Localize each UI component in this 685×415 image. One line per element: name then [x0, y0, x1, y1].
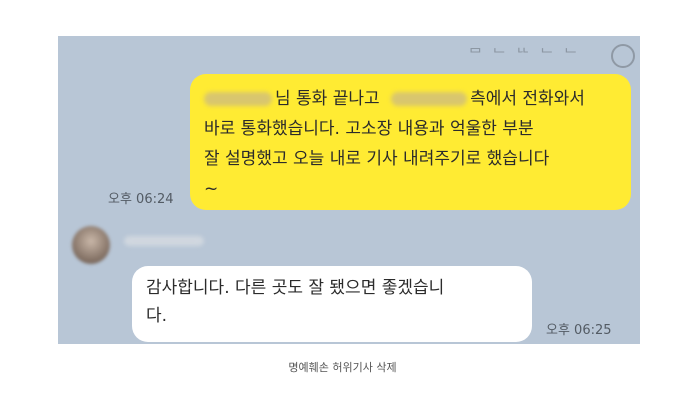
incoming-line-2: 다.	[146, 306, 168, 326]
outgoing-message-bubble[interactable]: 님 통화 끝나고 측에서 전화와서 바로 통화했습니다. 고소장 내용과 억울한…	[190, 74, 631, 210]
read-indicator-icon	[611, 44, 635, 68]
outgoing-line-3: 잘 설명했고 오늘 내로 기사 내려주기로 했습니다	[204, 149, 550, 169]
cropped-header-text: ᆷ ᆫ ᆫᆫ ᆫ ᆫ	[468, 36, 580, 55]
incoming-message-bubble[interactable]: 감사합니다. 다른 곳도 잘 됐으면 좋겠습니 다.	[132, 266, 532, 342]
outgoing-line-4: ~	[204, 179, 219, 199]
outgoing-timestamp: 오후 06:24	[108, 192, 174, 207]
redacted-sender-name	[124, 236, 204, 246]
outgoing-line-2: 바로 통화했습니다. 고소장 내용과 억울한 부분	[204, 119, 534, 139]
outgoing-line-1-a: 님 통화 끝나고	[275, 89, 380, 109]
redacted-company	[391, 92, 468, 106]
redacted-name	[204, 92, 272, 106]
incoming-timestamp: 오후 06:25	[546, 323, 612, 338]
incoming-line-1: 감사합니다. 다른 곳도 잘 됐으면 좋겠습니	[146, 278, 445, 298]
sender-avatar[interactable]	[72, 226, 110, 264]
outgoing-line-1-b: 측에서 전화와서	[470, 89, 585, 109]
chat-screenshot: ᆷ ᆫ ᆫᆫ ᆫ ᆫ 님 통화 끝나고 측에서 전화와서 바로 통화했습니다. …	[58, 36, 640, 344]
outgoing-line-1: 님 통화 끝나고 측에서 전화와서	[204, 84, 617, 114]
image-caption: 명예훼손 허위기사 삭제	[288, 361, 397, 374]
